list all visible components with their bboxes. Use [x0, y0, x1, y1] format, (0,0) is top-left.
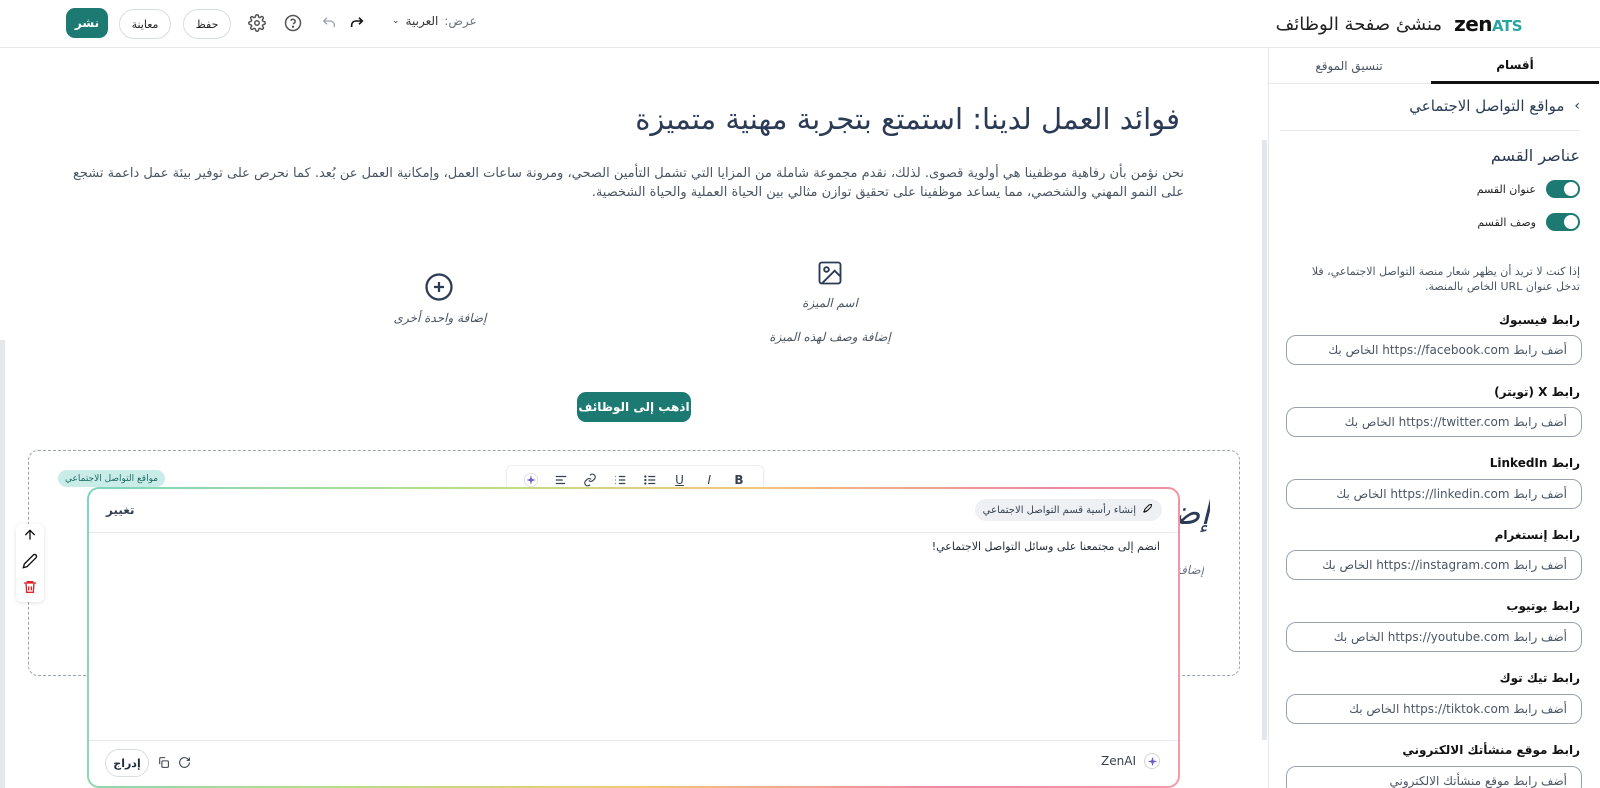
instagram-url-input[interactable]: أضف رابط https://instagram.com الخاص بك [1286, 550, 1582, 580]
ai-prompt-text: إنشاء رأسية قسم التواصل الاجتماعي [982, 504, 1136, 516]
youtube-url-input[interactable]: أضف رابط https://youtube.com الخاص بك [1286, 622, 1582, 652]
youtube-label: رابط يوتيوب [1506, 599, 1580, 613]
ai-dialog-header: تغيير إنشاء رأسية قسم التواصل الاجتماعي [89, 489, 1178, 533]
twitter-url-input[interactable]: أضف رابط https://twitter.com الخاص بك [1286, 407, 1582, 437]
view-value: العربية [405, 14, 439, 28]
save-button[interactable]: حفظ [183, 9, 231, 39]
change-button[interactable]: تغيير [106, 503, 135, 517]
section-title-toggle[interactable] [1546, 180, 1580, 198]
facebook-url-input[interactable]: أضف رابط https://facebook.com الخاص بك [1286, 335, 1582, 365]
undo-icon[interactable] [318, 12, 340, 34]
twitter-label: رابط X (تويتر) [1494, 385, 1580, 399]
zenats-logo: zenATS [1454, 12, 1522, 36]
benefit-name[interactable]: اسم الميزة [760, 296, 900, 310]
view-label: عرض: [444, 14, 477, 28]
brand: zenATS منشئ صفحة الوظائف [1275, 10, 1523, 38]
trash-icon[interactable] [22, 579, 38, 599]
redo-icon[interactable] [346, 12, 368, 34]
instagram-label: رابط إنستغرام [1494, 528, 1580, 542]
settings-gear-icon[interactable] [246, 12, 268, 34]
facebook-label: رابط فيسبوك [1499, 313, 1580, 327]
add-circle-icon[interactable] [424, 272, 454, 302]
panel-section-title: مواقع التواصل الاجتماعي [1409, 97, 1565, 115]
add-another-label: إضافة واحدة أخرى [393, 311, 487, 325]
tiktok-url-input[interactable]: أضف رابط https://tiktok.com الخاص بك [1286, 694, 1582, 724]
tiktok-label: رابط تيك توك [1499, 671, 1580, 685]
chevron-right-icon: › [1574, 98, 1580, 114]
back-to-sections[interactable]: › مواقع التواصل الاجتماعي [1409, 97, 1580, 115]
benefit-card[interactable]: اسم الميزة إضافة وصف لهذه الميزة [760, 296, 900, 344]
benefit-description[interactable]: إضافة وصف لهذه الميزة [760, 330, 900, 344]
ai-dialog-footer: إدراج ZenAI [89, 740, 1178, 786]
website-label: رابط موقع منشأتك الالكتروني [1402, 743, 1580, 757]
benefits-section-title[interactable]: فوائد العمل لدينا: استمتع بتجربة مهنية م… [635, 102, 1180, 136]
toggle-label: وصف القسم [1477, 215, 1536, 229]
benefits-section-description[interactable]: نحن نؤمن بأن رفاهية موظفينا هي أولوية قص… [64, 164, 1184, 202]
tab-sections[interactable]: أقسام [1431, 48, 1599, 84]
move-up-arrow-icon[interactable] [22, 527, 38, 547]
go-to-jobs-button[interactable]: اذهب إلى الوظائف [577, 392, 691, 422]
zenai-label: ZenAI [1101, 754, 1136, 768]
section-description-toggle[interactable] [1546, 213, 1580, 231]
divider [1280, 130, 1580, 131]
linkedin-url-input[interactable]: أضف رابط https://linkedin.com الخاص بك [1286, 479, 1582, 509]
section-elements-heading: عناصر القسم [1490, 146, 1580, 165]
copy-icon[interactable] [155, 754, 171, 770]
canvas-scrollbar-left[interactable] [0, 340, 5, 788]
canvas-scrollbar[interactable] [1262, 140, 1267, 740]
image-placeholder-icon[interactable] [816, 259, 844, 287]
chevron-down-icon: ⌄ [392, 16, 400, 26]
language-view-select[interactable]: عرض: العربية ⌄ [392, 14, 477, 28]
rocket-icon [1142, 503, 1154, 518]
regenerate-icon[interactable] [176, 754, 192, 770]
app-title: منشئ صفحة الوظائف [1275, 13, 1443, 35]
publish-button[interactable]: نشر [66, 8, 108, 38]
social-links-help-text: إذا كنت لا تريد أن يظهر شعار منصة التواص… [1311, 265, 1580, 293]
linkedin-label: رابط LinkedIn [1489, 456, 1580, 470]
preview-button[interactable]: معاينة [119, 9, 171, 39]
block-side-tools [16, 524, 44, 602]
insert-button[interactable]: إدراج [105, 749, 149, 777]
social-section-subtitle[interactable]: إضافة [1178, 563, 1204, 577]
section-type-chip: مواقع التواصل الاجتماعي [58, 470, 166, 487]
help-icon[interactable] [282, 12, 304, 34]
zenai-sparkle-icon [1144, 753, 1160, 769]
add-another-benefit[interactable]: إضافة واحدة أخرى [380, 311, 500, 325]
panel-tabs: أقسام تنسيق الموقع [1269, 48, 1600, 84]
tab-site-styling[interactable]: تنسيق الموقع [1269, 48, 1429, 84]
top-bar: zenATS منشئ صفحة الوظائف نشر معاينة حفظ … [0, 0, 1600, 48]
ai-writer-dialog: تغيير إنشاء رأسية قسم التواصل الاجتماعي … [87, 487, 1180, 788]
ai-generated-text[interactable]: انضم إلى مجتمعنا على وسائل التواصل الاجت… [932, 540, 1160, 553]
toggle-row-section-description[interactable]: وصف القسم [1477, 213, 1580, 231]
edit-pencil-icon[interactable] [22, 553, 38, 573]
ai-prompt-chip[interactable]: إنشاء رأسية قسم التواصل الاجتماعي [974, 499, 1162, 521]
toggle-row-section-title[interactable]: عنوان القسم [1477, 180, 1580, 198]
zenai-brand: ZenAI [1101, 753, 1160, 769]
website-url-input[interactable]: أضف رابط موقع منشأتك الالكتروني [1286, 766, 1582, 788]
toggle-label: عنوان القسم [1476, 182, 1536, 196]
